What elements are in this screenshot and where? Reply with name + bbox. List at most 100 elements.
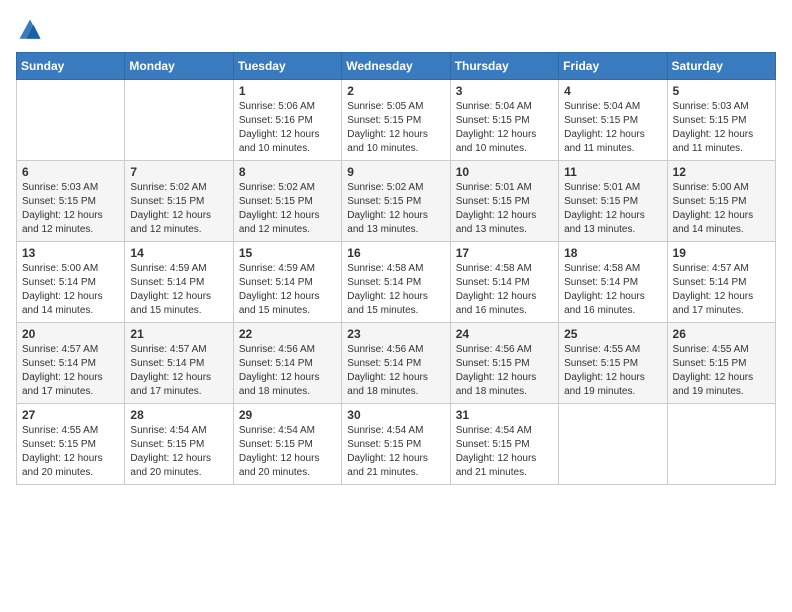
calendar-day-cell: 4 Sunrise: 5:04 AM Sunset: 5:15 PM Daylig…: [559, 80, 667, 161]
day-info: Sunrise: 5:00 AM Sunset: 5:15 PM Dayligh…: [673, 181, 770, 237]
calendar-day-cell: 19 Sunrise: 4:57 AM Sunset: 5:14 PM Dayli…: [667, 242, 775, 323]
day-number: 7: [130, 165, 227, 179]
day-number: 1: [239, 84, 336, 98]
day-info: Sunrise: 5:01 AM Sunset: 5:15 PM Dayligh…: [456, 181, 553, 237]
day-number: 27: [22, 408, 119, 422]
calendar-day-cell: 5Sunrise: 5:03 AM Sunset: 5:15 PM Daylig…: [667, 80, 775, 161]
day-number: 8: [239, 165, 336, 179]
calendar-day-cell: 18Sunrise: 4:58 AM Sunset: 5:14 PM Dayli…: [559, 242, 667, 323]
calendar-day-header: Friday: [559, 53, 667, 80]
calendar-day-cell: 6Sunrise: 5:03 AM Sunset: 5:15 PM Daylig…: [17, 161, 125, 242]
day-number: 14: [130, 246, 227, 260]
day-info: Sunrise: 4:55 AM Sunset: 5:15 PM Dayligh…: [22, 424, 119, 480]
day-number: 22: [239, 327, 336, 341]
calendar-day-cell: 10 Sunrise: 5:01 AM Sunset: 5:15 PM Dayli…: [450, 161, 558, 242]
calendar-day-cell: 14 Sunrise: 4:59 AM Sunset: 5:14 PM Dayli…: [125, 242, 233, 323]
day-number: 19: [673, 246, 770, 260]
calendar-day-header: Thursday: [450, 53, 558, 80]
day-info: Sunrise: 5:02 AM Sunset: 5:15 PM Dayligh…: [130, 181, 227, 237]
day-info: Sunrise: 4:56 AM Sunset: 5:14 PM Dayligh…: [347, 343, 444, 399]
day-info: Sunrise: 4:59 AM Sunset: 5:14 PM Dayligh…: [239, 262, 336, 318]
day-number: 2: [347, 84, 444, 98]
page-header: [16, 16, 776, 44]
day-info: Sunrise: 5:05 AM Sunset: 5:15 PM Dayligh…: [347, 100, 444, 156]
day-number: 9: [347, 165, 444, 179]
day-number: 31: [456, 408, 553, 422]
logo-icon: [16, 16, 44, 44]
calendar-day-header: Wednesday: [342, 53, 450, 80]
calendar-day-cell: 7 Sunrise: 5:02 AM Sunset: 5:15 PM Daylig…: [125, 161, 233, 242]
day-number: 18: [564, 246, 661, 260]
calendar-day-cell: 21 Sunrise: 4:57 AM Sunset: 5:14 PM Dayli…: [125, 323, 233, 404]
calendar-day-cell: 8 Sunrise: 5:02 AM Sunset: 5:15 PM Daylig…: [233, 161, 341, 242]
day-number: 10: [456, 165, 553, 179]
calendar-day-cell: 30 Sunrise: 4:54 AM Sunset: 5:15 PM Dayli…: [342, 404, 450, 485]
day-number: 28: [130, 408, 227, 422]
calendar-day-header: Sunday: [17, 53, 125, 80]
day-info: Sunrise: 5:06 AM Sunset: 5:16 PM Dayligh…: [239, 100, 336, 156]
day-info: Sunrise: 4:54 AM Sunset: 5:15 PM Dayligh…: [130, 424, 227, 480]
calendar-day-cell: 1 Sunrise: 5:06 AM Sunset: 5:16 PM Daylig…: [233, 80, 341, 161]
day-number: 4: [564, 84, 661, 98]
calendar-day-header: Tuesday: [233, 53, 341, 80]
day-number: 20: [22, 327, 119, 341]
day-info: Sunrise: 5:04 AM Sunset: 5:15 PM Dayligh…: [564, 100, 661, 156]
calendar-week-row: 20 Sunrise: 4:57 AM Sunset: 5:14 PM Dayli…: [17, 323, 776, 404]
calendar-day-cell: 15 Sunrise: 4:59 AM Sunset: 5:14 PM Dayli…: [233, 242, 341, 323]
day-number: 15: [239, 246, 336, 260]
calendar-day-cell: 29 Sunrise: 4:54 AM Sunset: 5:15 PM Dayli…: [233, 404, 341, 485]
day-info: Sunrise: 4:59 AM Sunset: 5:14 PM Dayligh…: [130, 262, 227, 318]
calendar-day-cell: 20 Sunrise: 4:57 AM Sunset: 5:14 PM Dayli…: [17, 323, 125, 404]
day-number: 25: [564, 327, 661, 341]
calendar-day-cell: [667, 404, 775, 485]
calendar-day-cell: 2 Sunrise: 5:05 AM Sunset: 5:15 PM Daylig…: [342, 80, 450, 161]
calendar-day-cell: 27 Sunrise: 4:55 AM Sunset: 5:15 PM Dayli…: [17, 404, 125, 485]
day-info: Sunrise: 5:02 AM Sunset: 5:15 PM Dayligh…: [239, 181, 336, 237]
calendar-day-header: Monday: [125, 53, 233, 80]
calendar-week-row: 1 Sunrise: 5:06 AM Sunset: 5:16 PM Daylig…: [17, 80, 776, 161]
day-info: Sunrise: 4:56 AM Sunset: 5:15 PM Dayligh…: [456, 343, 553, 399]
calendar-week-row: 27 Sunrise: 4:55 AM Sunset: 5:15 PM Dayli…: [17, 404, 776, 485]
calendar-day-cell: 26 Sunrise: 4:55 AM Sunset: 5:15 PM Dayli…: [667, 323, 775, 404]
day-info: Sunrise: 5:03 AM Sunset: 5:15 PM Dayligh…: [673, 100, 770, 156]
logo: [16, 16, 48, 44]
day-info: Sunrise: 4:54 AM Sunset: 5:15 PM Dayligh…: [347, 424, 444, 480]
day-info: Sunrise: 4:57 AM Sunset: 5:14 PM Dayligh…: [22, 343, 119, 399]
calendar-day-cell: 11 Sunrise: 5:01 AM Sunset: 5:15 PM Dayli…: [559, 161, 667, 242]
calendar-day-cell: 9Sunrise: 5:02 AM Sunset: 5:15 PM Daylig…: [342, 161, 450, 242]
day-number: 24: [456, 327, 553, 341]
calendar-day-cell: 12Sunrise: 5:00 AM Sunset: 5:15 PM Dayli…: [667, 161, 775, 242]
day-info: Sunrise: 4:57 AM Sunset: 5:14 PM Dayligh…: [673, 262, 770, 318]
calendar-day-cell: [125, 80, 233, 161]
calendar-day-cell: 25 Sunrise: 4:55 AM Sunset: 5:15 PM Dayli…: [559, 323, 667, 404]
calendar-day-cell: 23 Sunrise: 4:56 AM Sunset: 5:14 PM Dayli…: [342, 323, 450, 404]
day-info: Sunrise: 4:55 AM Sunset: 5:15 PM Dayligh…: [673, 343, 770, 399]
calendar-day-cell: 22Sunrise: 4:56 AM Sunset: 5:14 PM Dayli…: [233, 323, 341, 404]
day-number: 26: [673, 327, 770, 341]
day-number: 11: [564, 165, 661, 179]
day-number: 30: [347, 408, 444, 422]
day-info: Sunrise: 4:57 AM Sunset: 5:14 PM Dayligh…: [130, 343, 227, 399]
day-number: 29: [239, 408, 336, 422]
day-number: 6: [22, 165, 119, 179]
day-info: Sunrise: 5:01 AM Sunset: 5:15 PM Dayligh…: [564, 181, 661, 237]
calendar-table: SundayMondayTuesdayWednesdayThursdayFrid…: [16, 52, 776, 485]
calendar-week-row: 13Sunrise: 5:00 AM Sunset: 5:14 PM Dayli…: [17, 242, 776, 323]
calendar-day-cell: 3 Sunrise: 5:04 AM Sunset: 5:15 PM Daylig…: [450, 80, 558, 161]
day-info: Sunrise: 4:55 AM Sunset: 5:15 PM Dayligh…: [564, 343, 661, 399]
calendar-day-cell: 13Sunrise: 5:00 AM Sunset: 5:14 PM Dayli…: [17, 242, 125, 323]
calendar-day-cell: [17, 80, 125, 161]
day-info: Sunrise: 4:54 AM Sunset: 5:15 PM Dayligh…: [456, 424, 553, 480]
day-info: Sunrise: 4:58 AM Sunset: 5:14 PM Dayligh…: [347, 262, 444, 318]
day-number: 21: [130, 327, 227, 341]
calendar-week-row: 6Sunrise: 5:03 AM Sunset: 5:15 PM Daylig…: [17, 161, 776, 242]
day-info: Sunrise: 5:04 AM Sunset: 5:15 PM Dayligh…: [456, 100, 553, 156]
day-info: Sunrise: 4:58 AM Sunset: 5:14 PM Dayligh…: [456, 262, 553, 318]
day-number: 23: [347, 327, 444, 341]
day-info: Sunrise: 5:00 AM Sunset: 5:14 PM Dayligh…: [22, 262, 119, 318]
calendar-day-cell: 28 Sunrise: 4:54 AM Sunset: 5:15 PM Dayli…: [125, 404, 233, 485]
day-number: 16: [347, 246, 444, 260]
day-number: 17: [456, 246, 553, 260]
day-info: Sunrise: 4:54 AM Sunset: 5:15 PM Dayligh…: [239, 424, 336, 480]
day-number: 3: [456, 84, 553, 98]
